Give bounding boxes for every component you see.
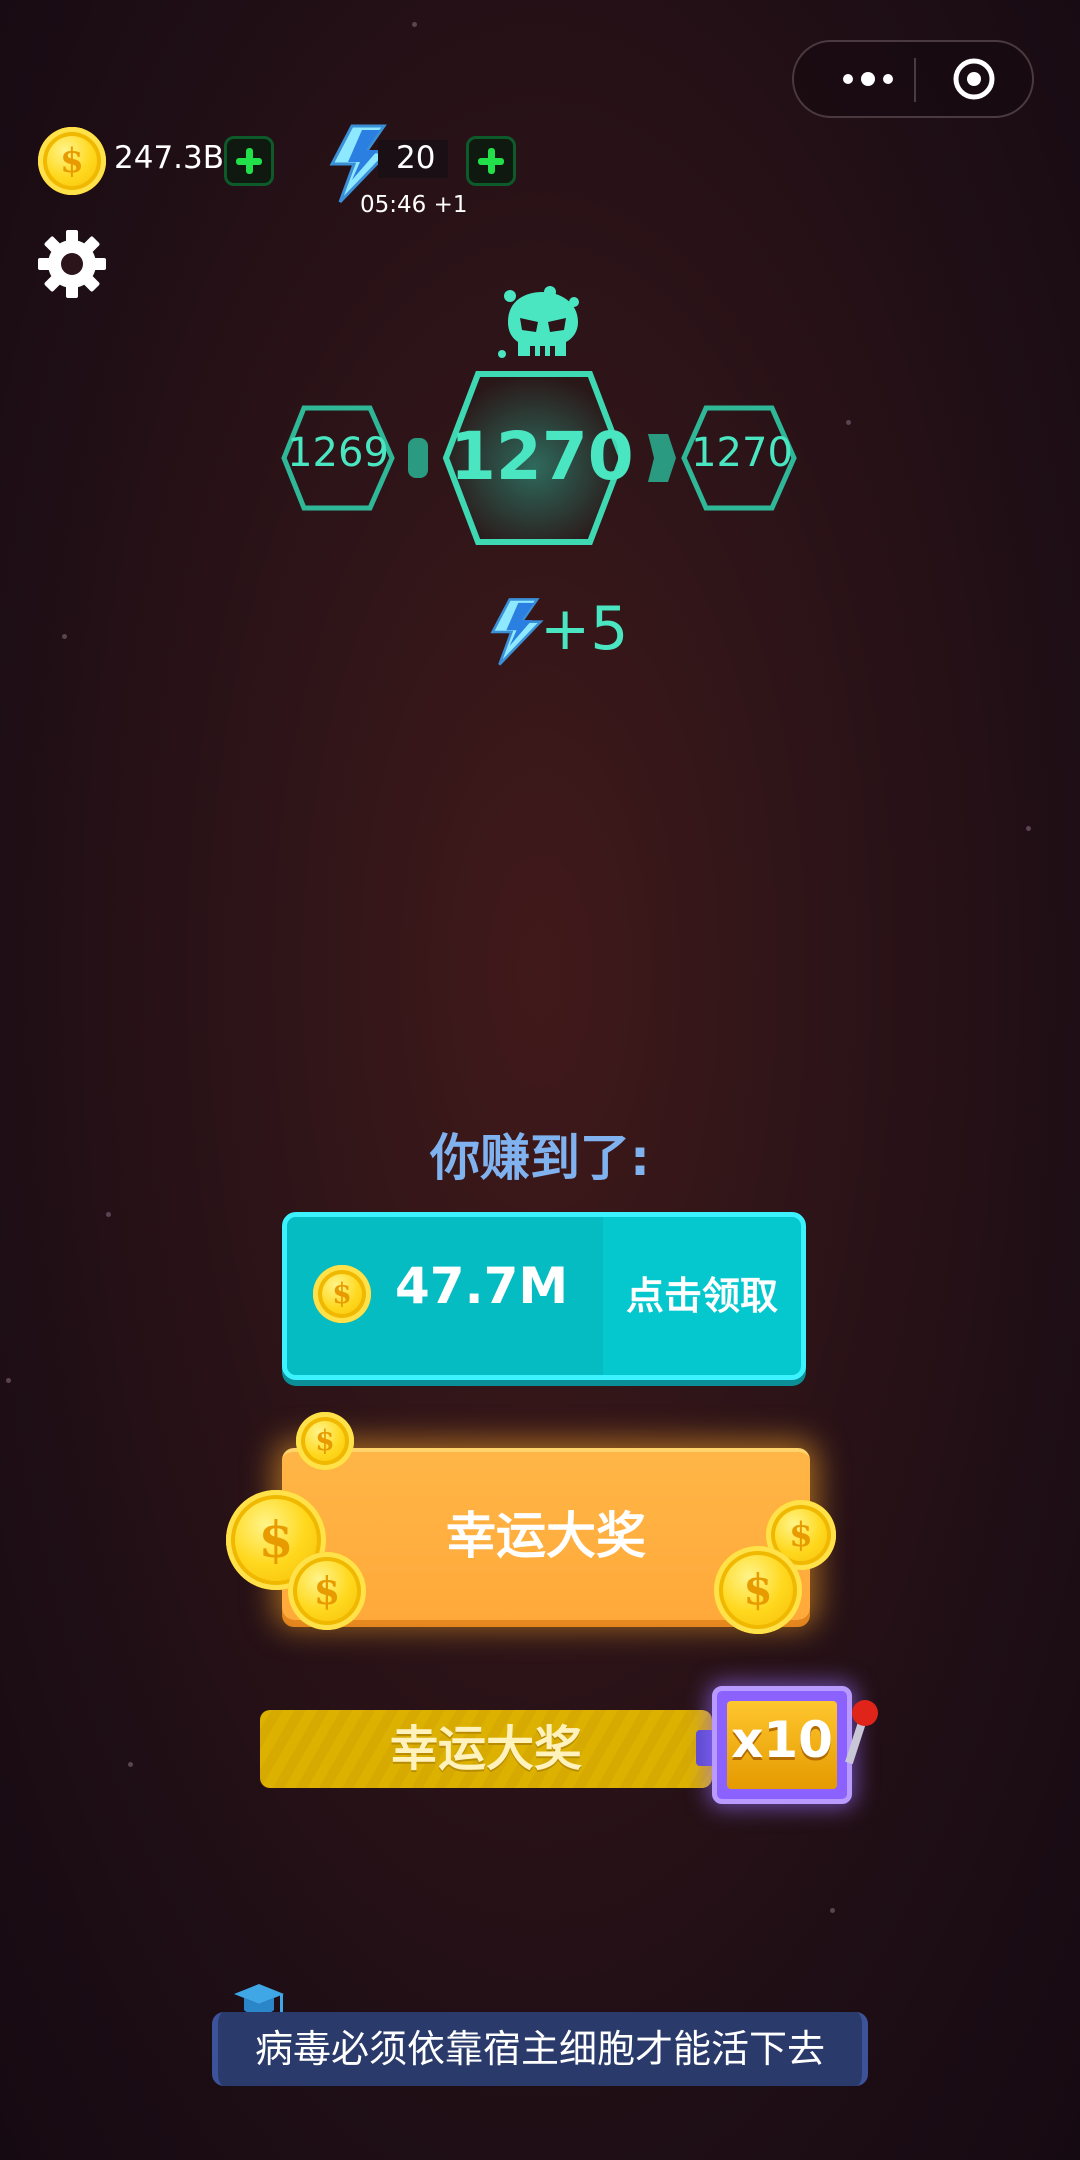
coin-icon: $ bbox=[714, 1546, 802, 1634]
background-speck bbox=[830, 1908, 835, 1913]
reward-amount: 47.7M bbox=[395, 1257, 569, 1315]
coin-balance: 247.3B bbox=[114, 140, 225, 176]
background-speck bbox=[6, 1378, 11, 1383]
coin-icon: $ bbox=[288, 1552, 366, 1630]
coin-icon: $ bbox=[296, 1412, 354, 1470]
add-energy-button[interactable] bbox=[466, 136, 516, 186]
previous-level-number: 1269 bbox=[287, 430, 389, 476]
lightning-icon bbox=[490, 598, 544, 666]
energy-reward: +5 bbox=[540, 594, 629, 664]
slot-machine-button[interactable]: x10 bbox=[712, 1686, 852, 1804]
background-speck bbox=[846, 420, 851, 425]
target-icon[interactable] bbox=[952, 57, 996, 101]
current-level-number: 1270 bbox=[450, 418, 634, 495]
coin-icon: $ bbox=[313, 1265, 371, 1323]
energy-count: 20 bbox=[396, 140, 436, 176]
claim-reward-button[interactable]: $ 47.7M 点击领取 bbox=[282, 1212, 806, 1380]
next-level-number: 1270 bbox=[691, 430, 793, 476]
level-arrow bbox=[648, 434, 676, 482]
add-coins-button[interactable] bbox=[224, 136, 274, 186]
claim-label: 点击领取 bbox=[625, 1274, 778, 1318]
background-speck bbox=[412, 22, 417, 27]
level-connector bbox=[408, 438, 428, 478]
slot-jackpot-bar[interactable]: 幸运大奖 bbox=[260, 1710, 712, 1788]
slot-lever-knob[interactable] bbox=[852, 1700, 878, 1726]
gear-icon[interactable] bbox=[36, 228, 108, 300]
slot-multiplier: x10 bbox=[731, 1711, 833, 1769]
background-speck bbox=[106, 1212, 111, 1217]
capsule-divider bbox=[914, 58, 916, 102]
coin-icon: $ bbox=[38, 127, 106, 195]
more-dots-icon[interactable] bbox=[828, 42, 908, 116]
earned-label: 你赚到了: bbox=[430, 1129, 650, 1187]
background-speck bbox=[128, 1762, 133, 1767]
skull-icon bbox=[498, 286, 579, 358]
tip-banner: 病毒必须依靠宿主细胞才能活下去 bbox=[212, 2012, 868, 2086]
background-speck bbox=[62, 634, 67, 639]
mini-program-capsule bbox=[792, 40, 1034, 118]
energy-timer: 05:46 +1 bbox=[360, 192, 468, 218]
background-speck bbox=[1026, 826, 1031, 831]
